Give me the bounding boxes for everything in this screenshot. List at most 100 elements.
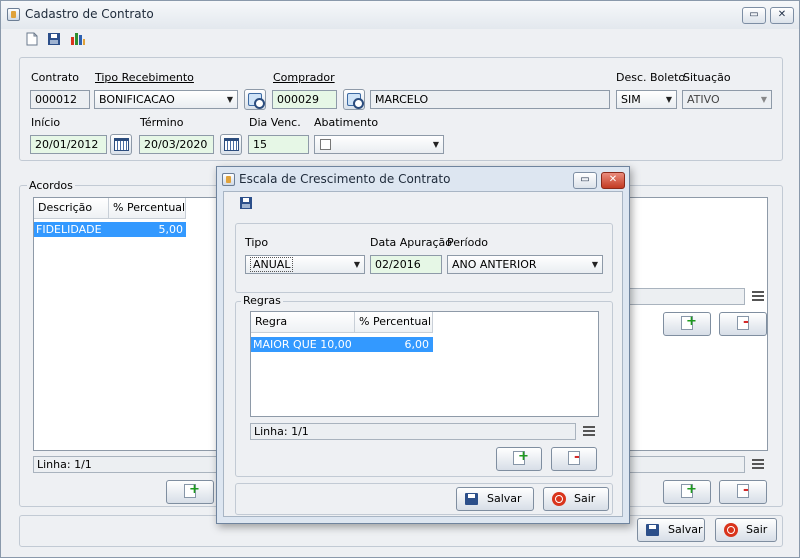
main-titlebar[interactable]: Cadastro de Contrato ▭ ✕: [1, 1, 799, 29]
abatimento-select[interactable]: ▼: [314, 135, 444, 154]
data-apuracao-field[interactable]: 02/2016: [370, 255, 442, 274]
chevron-down-icon: ▼: [353, 260, 360, 269]
dialog-save-label: Salvar: [487, 492, 522, 505]
regras-add-button[interactable]: [496, 446, 542, 471]
add-icon: [184, 479, 200, 501]
dialog-titlebar[interactable]: Escala de Crescimento de Contrato ▭ ✕: [217, 167, 629, 191]
periodo-value: ANO ANTERIOR: [452, 258, 537, 271]
save-icon: [646, 524, 659, 536]
acordos-delete-button[interactable]: [719, 479, 767, 504]
table-row[interactable]: FIDELIDADE 5,00: [34, 222, 186, 237]
situacao-select[interactable]: ATIVO ▼: [682, 90, 772, 109]
delete-icon: [737, 311, 749, 333]
acordos-header-descricao[interactable]: Descrição: [34, 198, 109, 219]
exit-button[interactable]: Sair: [715, 518, 777, 542]
desc-boleto-value: SIM: [621, 93, 641, 106]
dialog-exit-button[interactable]: Sair: [543, 487, 609, 511]
main-window-title: Cadastro de Contrato: [25, 7, 154, 21]
acordos-add-button-2[interactable]: [663, 479, 711, 504]
calendar-icon: [114, 138, 129, 151]
regras-table[interactable]: Regra % Percentual MAIOR QUE 10,00 6,00: [250, 311, 599, 417]
menu-icon[interactable]: [752, 291, 764, 301]
menu-icon[interactable]: [583, 426, 595, 436]
situacao-label: Situação: [683, 71, 731, 84]
acordo-percentual-cell: 5,00: [158, 223, 184, 236]
desc-boleto-select[interactable]: SIM ▼: [616, 90, 677, 109]
chevron-down-icon: ▼: [591, 260, 598, 269]
dialog-title: Escala de Crescimento de Contrato: [239, 172, 451, 186]
comprador-code-field[interactable]: 000029: [272, 90, 337, 109]
search-tipo-button[interactable]: [244, 89, 266, 110]
chart-icon[interactable]: [70, 31, 86, 46]
chevron-down-icon: ▼: [432, 140, 439, 149]
inicio-calendar-button[interactable]: [110, 134, 132, 155]
tipo-select[interactable]: ANUAL ▼: [245, 255, 365, 274]
tipo-recebimento-value: BONIFICACAO: [99, 93, 175, 106]
inicio-date-field[interactable]: 20/01/2012: [30, 135, 107, 154]
termino-date-field[interactable]: 20/03/2020: [139, 135, 214, 154]
app-icon: [222, 173, 235, 186]
chevron-down-icon: ▼: [665, 95, 672, 104]
periodo-select[interactable]: ANO ANTERIOR ▼: [447, 255, 603, 274]
dia-venc-field[interactable]: 15: [248, 135, 309, 154]
tipo-recebimento-label[interactable]: Tipo Recebimento: [95, 71, 194, 84]
dialog-exit-label: Sair: [574, 492, 596, 505]
regras-header-regra[interactable]: Regra: [251, 312, 355, 333]
exit-icon: [724, 523, 738, 537]
dialog-restore-button[interactable]: ▭: [573, 172, 597, 189]
inicio-label: Início: [31, 116, 61, 129]
regras-header-percentual[interactable]: % Percentual: [355, 312, 433, 333]
new-document-icon[interactable]: [25, 32, 39, 46]
comprador-name-field[interactable]: MARCELO: [370, 90, 610, 109]
save-button[interactable]: Salvar: [637, 518, 705, 542]
tipo-label: Tipo: [245, 236, 269, 249]
menu-icon[interactable]: [752, 459, 764, 469]
close-button[interactable]: ✕: [770, 7, 794, 24]
search-comprador-button[interactable]: [343, 89, 365, 110]
regras-status: Linha: 1/1: [250, 423, 576, 440]
desc-boleto-label: Desc. Boleto: [616, 71, 686, 84]
tipo-value: ANUAL: [250, 257, 294, 272]
acordos-title: Acordos: [27, 179, 75, 192]
delete-row-button[interactable]: [719, 311, 767, 336]
escala-dialog: Escala de Crescimento de Contrato ▭ ✕ Ti…: [216, 166, 630, 524]
contrato-field[interactable]: 000012: [30, 90, 90, 109]
dialog-close-button[interactable]: ✕: [601, 172, 625, 189]
chevron-down-icon: ▼: [226, 95, 233, 104]
exit-icon: [552, 492, 566, 506]
dia-venc-label: Dia Venc.: [249, 116, 301, 129]
data-apuracao-label: Data Apuração: [370, 236, 453, 249]
acordo-descricao-cell: FIDELIDADE: [36, 223, 102, 236]
restore-button[interactable]: ▭: [742, 7, 766, 24]
add-icon: [513, 446, 529, 468]
acordos-header-percentual[interactable]: % Percentual: [109, 198, 186, 219]
abatimento-checkbox[interactable]: [320, 139, 331, 150]
exit-button-label: Sair: [746, 523, 768, 536]
add-row-button[interactable]: [663, 311, 711, 336]
dialog-save-button[interactable]: Salvar: [456, 487, 534, 511]
regras-title: Regras: [241, 294, 283, 307]
table-row[interactable]: MAIOR QUE 10,00 6,00: [251, 337, 433, 352]
comprador-label[interactable]: Comprador: [273, 71, 335, 84]
delete-icon: [568, 446, 580, 468]
app-icon: [7, 8, 20, 21]
abatimento-label: Abatimento: [314, 116, 379, 129]
delete-icon: [737, 479, 749, 501]
tipo-recebimento-select[interactable]: BONIFICACAO ▼: [94, 90, 238, 109]
situacao-value: ATIVO: [687, 93, 720, 106]
search-icon: [347, 93, 364, 109]
regra-percentual-cell: 6,00: [404, 338, 430, 351]
periodo-label: Período: [447, 236, 489, 249]
add-icon: [681, 311, 697, 333]
save-button-label: Salvar: [668, 523, 703, 536]
save-icon[interactable]: [239, 196, 253, 210]
acordos-add-button[interactable]: [166, 479, 214, 504]
calendar-icon: [224, 138, 239, 151]
save-icon[interactable]: [47, 32, 61, 46]
regras-delete-button[interactable]: [551, 446, 597, 471]
add-icon: [681, 479, 697, 501]
search-icon: [248, 93, 265, 109]
regra-cell: MAIOR QUE 10,00: [253, 338, 352, 351]
termino-label: Término: [140, 116, 184, 129]
termino-calendar-button[interactable]: [220, 134, 242, 155]
